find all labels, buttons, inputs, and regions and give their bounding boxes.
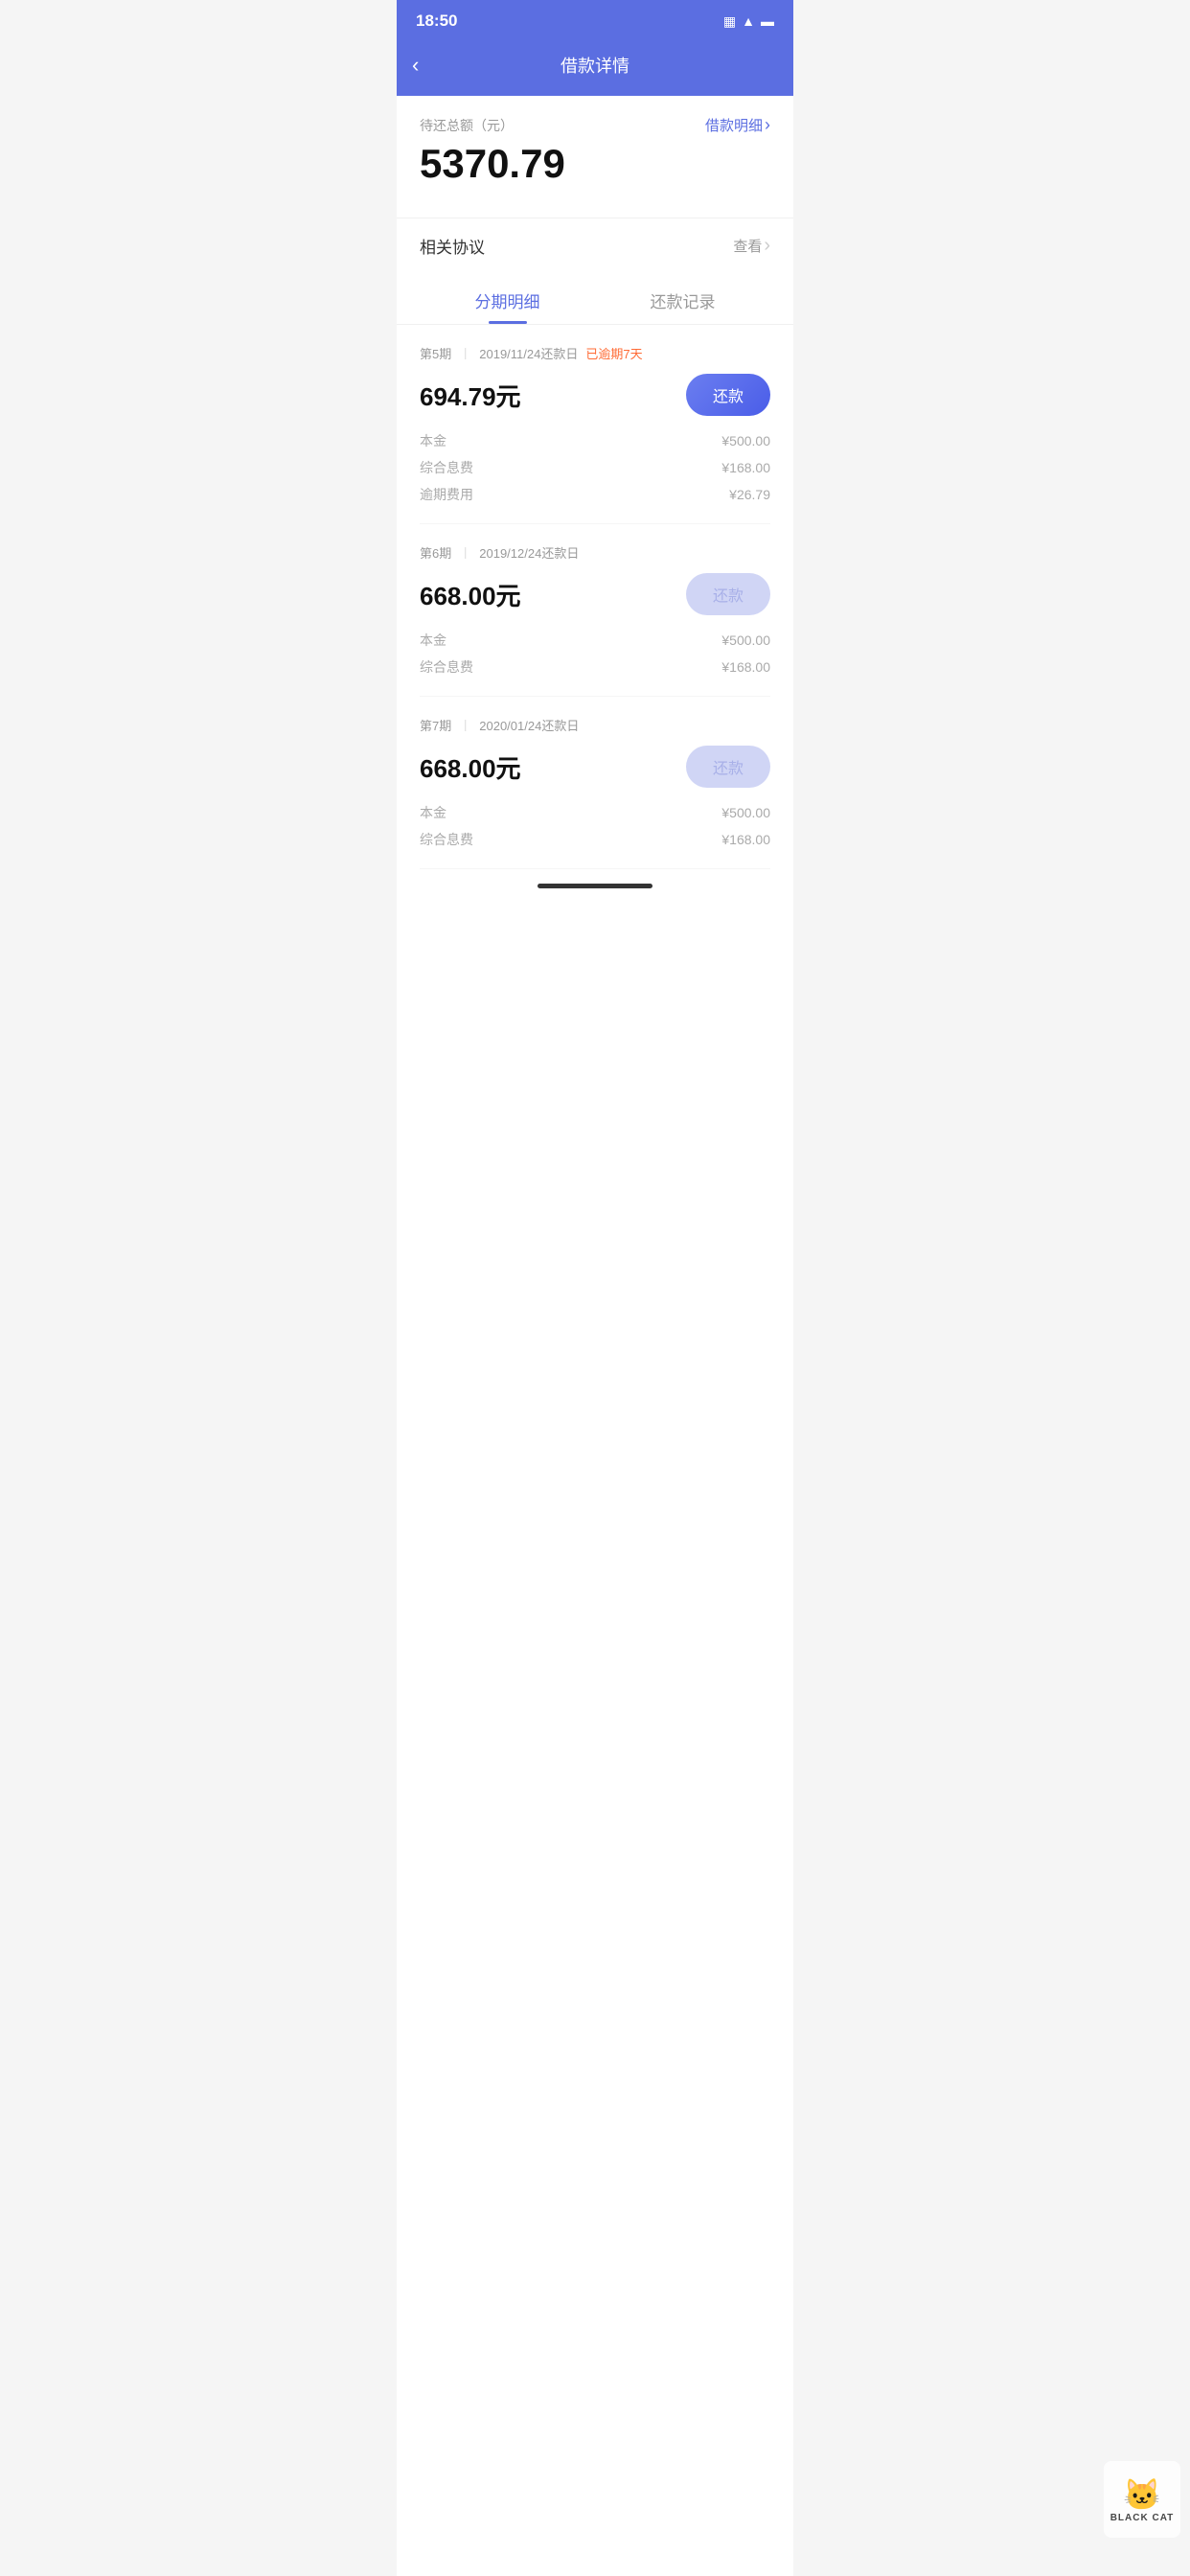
loan-detail-link[interactable]: 借款明细 — [705, 115, 770, 135]
agreement-view-link[interactable]: 查看 — [733, 235, 770, 257]
amount-row-5: 694.79元 还款 — [420, 374, 770, 416]
detail-row-principal-5: 本金 ¥500.00 — [420, 431, 770, 450]
detail-row-principal-6: 本金 ¥500.00 — [420, 631, 770, 650]
detail-value-overdue-fee-5: ¥26.79 — [729, 487, 770, 502]
separator-5: 丨 — [459, 344, 471, 362]
detail-label-principal-6: 本金 — [420, 631, 446, 650]
amount-6: 668.00元 — [420, 577, 521, 612]
detail-row-interest-7: 综合息费 ¥168.00 — [420, 830, 770, 849]
details-7: 本金 ¥500.00 综合息费 ¥168.00 — [420, 803, 770, 849]
watermark-inner: 🐱 BLACK CAT — [1104, 2461, 1180, 2538]
detail-row-interest-6: 综合息费 ¥168.00 — [420, 657, 770, 677]
detail-value-principal-7: ¥500.00 — [721, 805, 770, 820]
due-date-7: 2020/01/24还款日 — [479, 716, 579, 734]
detail-value-principal-5: ¥500.00 — [721, 433, 770, 448]
wifi-icon: ▲ — [742, 13, 755, 29]
status-time: 18:50 — [416, 12, 457, 31]
installment-header-5: 第5期 丨 2019/11/24还款日 已逾期7天 — [420, 344, 770, 362]
amount-row-7: 668.00元 还款 — [420, 746, 770, 788]
tab-repayment[interactable]: 还款记录 — [595, 288, 770, 324]
due-date-5: 2019/11/24还款日 — [479, 344, 578, 362]
installment-item-5: 第5期 丨 2019/11/24还款日 已逾期7天 694.79元 还款 本金 … — [420, 325, 770, 524]
installment-item-7: 第7期 丨 2020/01/24还款日 668.00元 还款 本金 ¥500.0… — [420, 697, 770, 869]
detail-value-principal-6: ¥500.00 — [721, 632, 770, 648]
watermark-text: BLACK CAT — [1110, 2513, 1175, 2523]
amount-7: 668.00元 — [420, 749, 521, 785]
repay-button-5[interactable]: 还款 — [686, 374, 770, 416]
summary-label: 待还总额（元） — [420, 116, 514, 135]
main-content: 待还总额（元） 借款明细 5370.79 相关协议 查看 分期明细 还款记录 第… — [397, 96, 793, 2576]
detail-value-interest-6: ¥168.00 — [721, 659, 770, 675]
detail-row-overdue-fee-5: 逾期费用 ¥26.79 — [420, 485, 770, 504]
black-cat-icon: 🐱 — [1123, 2476, 1161, 2513]
status-icons: ▦ ▲ ▬ — [723, 13, 774, 30]
battery-icon: ▬ — [761, 13, 774, 29]
signal-icon: ▦ — [723, 13, 736, 30]
details-5: 本金 ¥500.00 综合息费 ¥168.00 逾期费用 ¥26.79 — [420, 431, 770, 504]
amount-row-6: 668.00元 还款 — [420, 573, 770, 615]
due-date-6: 2019/12/24还款日 — [479, 543, 579, 562]
detail-row-interest-5: 综合息费 ¥168.00 — [420, 458, 770, 477]
detail-label-overdue-fee-5: 逾期费用 — [420, 485, 473, 504]
detail-value-interest-7: ¥168.00 — [721, 832, 770, 847]
separator-6: 丨 — [459, 543, 471, 562]
tab-installment[interactable]: 分期明细 — [420, 288, 595, 324]
status-bar: 18:50 ▦ ▲ ▬ — [397, 0, 793, 42]
detail-label-interest-7: 综合息费 — [420, 830, 473, 849]
tabs-container: 分期明细 还款记录 — [397, 288, 793, 325]
watermark: 🐱 BLACK CAT — [1104, 2461, 1180, 2538]
page-title: 借款详情 — [561, 53, 629, 78]
repay-button-6[interactable]: 还款 — [686, 573, 770, 615]
separator-7: 丨 — [459, 716, 471, 734]
home-bar — [538, 884, 652, 888]
installment-header-6: 第6期 丨 2019/12/24还款日 — [420, 543, 770, 562]
detail-label-interest-6: 综合息费 — [420, 657, 473, 677]
detail-value-interest-5: ¥168.00 — [721, 460, 770, 475]
detail-row-principal-7: 本金 ¥500.00 — [420, 803, 770, 822]
overdue-badge-5: 已逾期7天 — [585, 344, 642, 362]
header: ‹ 借款详情 — [397, 42, 793, 96]
summary-label-row: 待还总额（元） 借款明细 — [420, 115, 770, 135]
details-6: 本金 ¥500.00 综合息费 ¥168.00 — [420, 631, 770, 677]
agreement-label: 相关协议 — [420, 234, 485, 258]
detail-label-principal-5: 本金 — [420, 431, 446, 450]
period-6: 第6期 — [420, 543, 451, 562]
installment-header-7: 第7期 丨 2020/01/24还款日 — [420, 716, 770, 734]
period-7: 第7期 — [420, 716, 451, 734]
installment-list: 第5期 丨 2019/11/24还款日 已逾期7天 694.79元 还款 本金 … — [397, 325, 793, 869]
amount-5: 694.79元 — [420, 378, 521, 413]
back-button[interactable]: ‹ — [412, 53, 419, 78]
repay-button-7[interactable]: 还款 — [686, 746, 770, 788]
agreement-row[interactable]: 相关协议 查看 — [397, 218, 793, 273]
detail-label-interest-5: 综合息费 — [420, 458, 473, 477]
summary-amount: 5370.79 — [420, 141, 770, 187]
detail-label-principal-7: 本金 — [420, 803, 446, 822]
summary-section: 待还总额（元） 借款明细 5370.79 — [397, 96, 793, 218]
period-5: 第5期 — [420, 344, 451, 362]
installment-item-6: 第6期 丨 2019/12/24还款日 668.00元 还款 本金 ¥500.0… — [420, 524, 770, 697]
home-indicator — [397, 869, 793, 902]
